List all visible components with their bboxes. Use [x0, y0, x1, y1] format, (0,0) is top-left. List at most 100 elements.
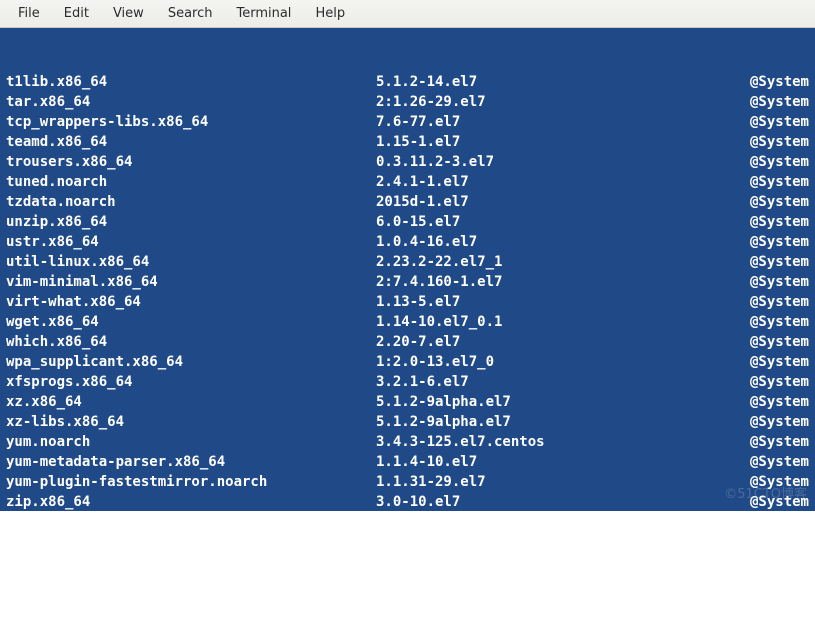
- package-name: wpa_supplicant.x86_64: [6, 352, 376, 372]
- package-name: xz-libs.x86_64: [6, 412, 376, 432]
- package-repo: @System: [750, 492, 809, 512]
- package-repo: @System: [750, 292, 809, 312]
- package-version: 2:1.26-29.el7: [376, 92, 726, 112]
- package-version: 7.6-77.el7: [376, 112, 726, 132]
- package-repo: @System: [750, 192, 809, 212]
- package-repo: @System: [750, 472, 809, 492]
- package-name: unzip.x86_64: [6, 212, 376, 232]
- package-version: 1.2.7-13.el7: [376, 512, 726, 532]
- package-row: ustr.x86_641.0.4-16.el7 @System: [6, 232, 809, 252]
- cursor: [160, 574, 169, 591]
- package-version: 0.3.11.2-3.el7: [376, 152, 726, 172]
- package-repo: @System: [750, 252, 809, 272]
- package-version: 2:7.4.160-1.el7: [376, 272, 726, 292]
- package-row: xz-libs.x86_645.1.2-9alpha.el7 @System: [6, 412, 809, 432]
- package-version: 1.13-5.el7: [376, 292, 726, 312]
- package-version: 5.1.2-9alpha.el7: [376, 412, 726, 432]
- package-repo: @System: [750, 512, 809, 532]
- package-name: vim-minimal.x86_64: [6, 272, 376, 292]
- package-row: zlib.x86_641.2.7-13.el7 @System: [6, 512, 809, 532]
- package-version: 1:2.0-13.el7_0: [376, 352, 726, 372]
- package-repo: @System: [750, 92, 809, 112]
- package-row: tar.x86_642:1.26-29.el7 @System: [6, 92, 809, 112]
- package-name: t1lib.x86_64: [6, 72, 376, 92]
- package-repo: @System: [750, 452, 809, 472]
- package-name: tzdata.noarch: [6, 192, 376, 212]
- package-row: xz.x86_645.1.2-9alpha.el7 @System: [6, 392, 809, 412]
- menu-terminal[interactable]: Terminal: [224, 2, 303, 25]
- package-row: tzdata.noarch2015d-1.el7 @System: [6, 192, 809, 212]
- menu-help[interactable]: Help: [303, 2, 357, 25]
- package-row: wget.x86_641.14-10.el7_0.1 @System: [6, 312, 809, 332]
- package-row: yum-metadata-parser.x86_641.1.4-10.el7@S…: [6, 452, 809, 472]
- package-version: 2.4.1-1.el7: [376, 172, 726, 192]
- package-repo: @System: [750, 332, 809, 352]
- package-repo: @System: [750, 112, 809, 132]
- package-version: 3.0-10.el7: [376, 492, 726, 512]
- package-repo: @System: [750, 212, 809, 232]
- package-name: xfsprogs.x86_64: [6, 372, 376, 392]
- package-name: virt-what.x86_64: [6, 292, 376, 312]
- menu-edit[interactable]: Edit: [52, 2, 101, 25]
- package-version: 2015d-1.el7: [376, 192, 726, 212]
- package-name: ustr.x86_64: [6, 232, 376, 252]
- package-version: 2.20-7.el7: [376, 332, 726, 352]
- package-repo: @System: [750, 132, 809, 152]
- package-version: 1.14-10.el7_0.1: [376, 312, 726, 332]
- package-version: 5.1.2-9alpha.el7: [376, 392, 726, 412]
- package-name: yum-metadata-parser.x86_64: [6, 452, 376, 472]
- package-row: yum-plugin-fastestmirror.noarch1.1.31-29…: [6, 472, 809, 492]
- package-row: which.x86_642.20-7.el7 @System: [6, 332, 809, 352]
- prompt-line[interactable]: [root@tecmint ~]#: [6, 572, 809, 592]
- package-version: 1.1.31-29.el7: [376, 472, 726, 492]
- package-repo: @System: [750, 312, 809, 332]
- package-list: t1lib.x86_645.1.2-14.el7@Systemtar.x86_6…: [6, 72, 809, 532]
- package-version: 6.0-15.el7: [376, 212, 726, 232]
- package-name: wget.x86_64: [6, 312, 376, 332]
- package-version: 3.2.1-6.el7: [376, 372, 726, 392]
- package-repo: @System: [750, 272, 809, 292]
- package-version: 1.15-1.el7: [376, 132, 726, 152]
- menu-search[interactable]: Search: [156, 2, 225, 25]
- package-name: tcp_wrappers-libs.x86_64: [6, 112, 376, 132]
- package-repo: @System: [750, 232, 809, 252]
- shell-prompt: [root@tecmint ~]#: [6, 572, 158, 592]
- package-row: teamd.x86_641.15-1.el7 @System: [6, 132, 809, 152]
- package-row: zip.x86_643.0-10.el7@System: [6, 492, 809, 512]
- menu-view[interactable]: View: [101, 2, 156, 25]
- package-version: 5.1.2-14.el7: [376, 72, 726, 92]
- package-version: 1.0.4-16.el7: [376, 232, 726, 252]
- package-name: yum.noarch: [6, 432, 376, 452]
- package-repo: @System: [750, 352, 809, 372]
- package-name: tuned.noarch: [6, 172, 376, 192]
- package-repo: @System: [750, 432, 809, 452]
- package-name: tar.x86_64: [6, 92, 376, 112]
- package-repo: @System: [750, 72, 809, 92]
- terminal-pane[interactable]: t1lib.x86_645.1.2-14.el7@Systemtar.x86_6…: [0, 28, 815, 511]
- package-version: 3.4.3-125.el7.centos: [376, 432, 726, 452]
- package-repo: @System: [750, 412, 809, 432]
- package-row: wpa_supplicant.x86_641:2.0-13.el7_0 @Syst…: [6, 352, 809, 372]
- package-row: tcp_wrappers-libs.x86_647.6-77.el7 @Syste…: [6, 112, 809, 132]
- package-name: util-linux.x86_64: [6, 252, 376, 272]
- package-repo: @System: [750, 172, 809, 192]
- package-name: yum-plugin-fastestmirror.noarch: [6, 472, 376, 492]
- package-repo: @System: [750, 152, 809, 172]
- package-name: zlib.x86_64: [6, 512, 376, 532]
- package-version: 2.23.2-22.el7_1: [376, 252, 726, 272]
- package-row: vim-minimal.x86_642:7.4.160-1.el7 @System: [6, 272, 809, 292]
- package-repo: @System: [750, 392, 809, 412]
- package-name: xz.x86_64: [6, 392, 376, 412]
- package-row: trousers.x86_640.3.11.2-3.el7 @System: [6, 152, 809, 172]
- menu-file[interactable]: File: [6, 2, 52, 25]
- package-name: teamd.x86_64: [6, 132, 376, 152]
- package-row: util-linux.x86_642.23.2-22.el7_1 @System: [6, 252, 809, 272]
- package-row: tuned.noarch2.4.1-1.el7 @System: [6, 172, 809, 192]
- package-name: which.x86_64: [6, 332, 376, 352]
- package-row: t1lib.x86_645.1.2-14.el7 @System: [6, 72, 809, 92]
- package-row: xfsprogs.x86_643.2.1-6.el7 @System: [6, 372, 809, 392]
- package-repo: @System: [750, 372, 809, 392]
- package-name: trousers.x86_64: [6, 152, 376, 172]
- package-row: yum.noarch3.4.3-125.el7.centos @System: [6, 432, 809, 452]
- menubar: File Edit View Search Terminal Help: [0, 0, 815, 28]
